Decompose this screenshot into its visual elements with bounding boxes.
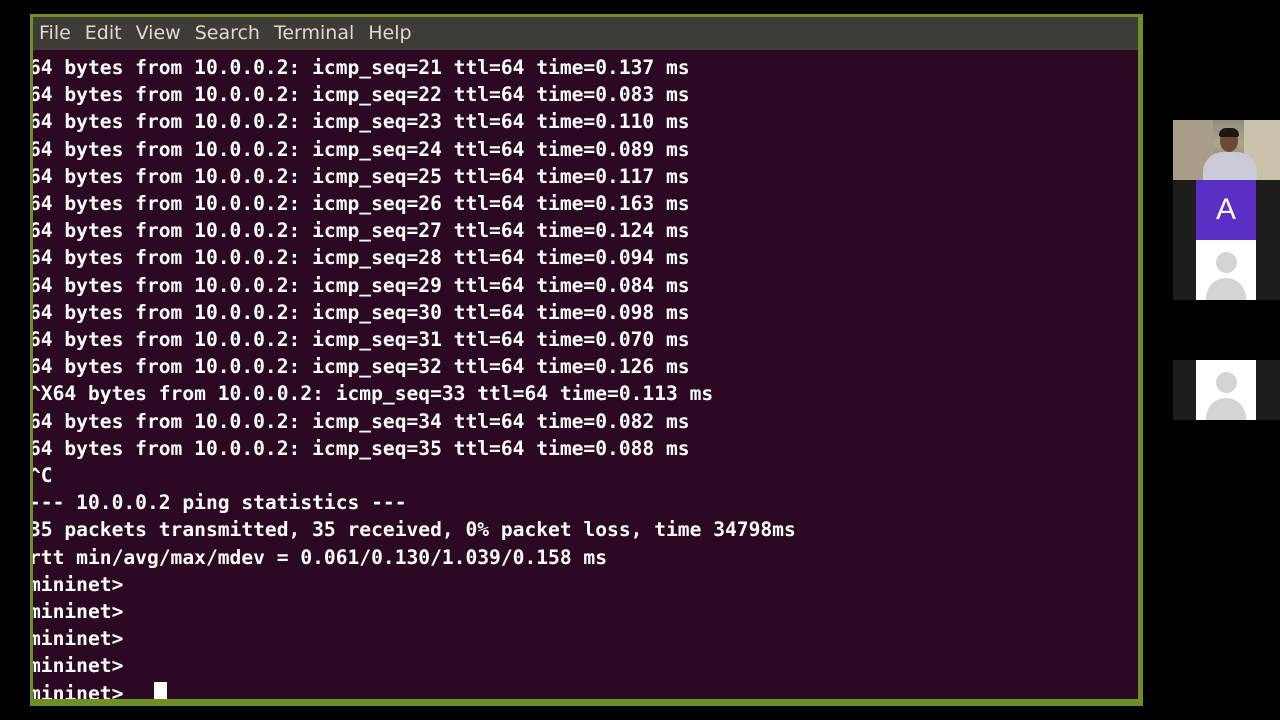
person-icon	[1216, 372, 1237, 393]
shell-prompt: mininet>	[33, 654, 124, 678]
menu-view[interactable]: View	[130, 17, 187, 50]
terminal-line: 64 bytes from 10.0.0.2: icmp_seq=29 ttl=…	[33, 273, 690, 297]
text-cursor	[154, 682, 167, 699]
terminal-line: 64 bytes from 10.0.0.2: icmp_seq=34 ttl=…	[33, 409, 690, 433]
participant-video-tile[interactable]	[1173, 120, 1280, 180]
menu-help[interactable]: Help	[362, 17, 417, 50]
menu-bar: File Edit View Search Terminal Help	[33, 17, 1138, 50]
terminal-window[interactable]: File Edit View Search Terminal Help 64 b…	[33, 17, 1138, 699]
participant-placeholder-tile[interactable]	[1196, 240, 1256, 300]
ping-summary: 35 packets transmitted, 35 received, 0% …	[33, 518, 796, 542]
terminal-line: 64 bytes from 10.0.0.2: icmp_seq=21 ttl=…	[33, 56, 690, 79]
participant-placeholder-tile[interactable]	[1196, 360, 1256, 420]
terminal-line: 64 bytes from 10.0.0.2: icmp_seq=23 ttl=…	[33, 110, 690, 134]
terminal-line: 64 bytes from 10.0.0.2: icmp_seq=24 ttl=…	[33, 137, 690, 161]
terminal-line: 64 bytes from 10.0.0.2: icmp_seq=22 ttl=…	[33, 83, 690, 107]
person-icon	[1216, 252, 1237, 273]
terminal-line: ^C	[33, 464, 53, 487]
shell-prompt: mininet>	[33, 572, 124, 596]
terminal-line: 64 bytes from 10.0.0.2: icmp_seq=26 ttl=…	[33, 192, 690, 215]
terminal-line: 64 bytes from 10.0.0.2: icmp_seq=25 ttl=…	[33, 164, 690, 188]
avatar-letter: A	[1215, 193, 1236, 226]
terminal-line: 64 bytes from 10.0.0.2: icmp_seq=32 ttl=…	[33, 355, 690, 379]
terminal-line: 64 bytes from 10.0.0.2: icmp_seq=30 ttl=…	[33, 300, 690, 324]
menu-edit[interactable]: Edit	[79, 17, 128, 50]
participant-avatar-tile[interactable]: A	[1196, 180, 1256, 240]
terminal-output[interactable]: 64 bytes from 10.0.0.2: icmp_seq=21 ttl=…	[33, 54, 1138, 699]
shell-prompt: mininet>	[33, 627, 124, 651]
ping-rtt-stats: rtt min/avg/max/mdev = 0.061/0.130/1.039…	[33, 545, 608, 569]
terminal-line: 64 bytes from 10.0.0.2: icmp_seq=28 ttl=…	[33, 246, 690, 270]
terminal-line: 64 bytes from 10.0.0.2: icmp_seq=27 ttl=…	[33, 219, 690, 243]
shell-prompt-active[interactable]: mininet>	[33, 680, 135, 699]
terminal-line: ^X64 bytes from 10.0.0.2: icmp_seq=33 tt…	[33, 382, 714, 406]
menu-search[interactable]: Search	[189, 17, 266, 50]
shell-prompt: mininet>	[33, 600, 124, 623]
menu-file[interactable]: File	[33, 17, 77, 50]
terminal-line: 64 bytes from 10.0.0.2: icmp_seq=35 ttl=…	[33, 436, 690, 460]
menu-terminal[interactable]: Terminal	[268, 17, 360, 50]
terminal-line: 64 bytes from 10.0.0.2: icmp_seq=31 ttl=…	[33, 328, 690, 351]
ping-statistics-header: --- 10.0.0.2 ping statistics ---	[33, 491, 407, 515]
